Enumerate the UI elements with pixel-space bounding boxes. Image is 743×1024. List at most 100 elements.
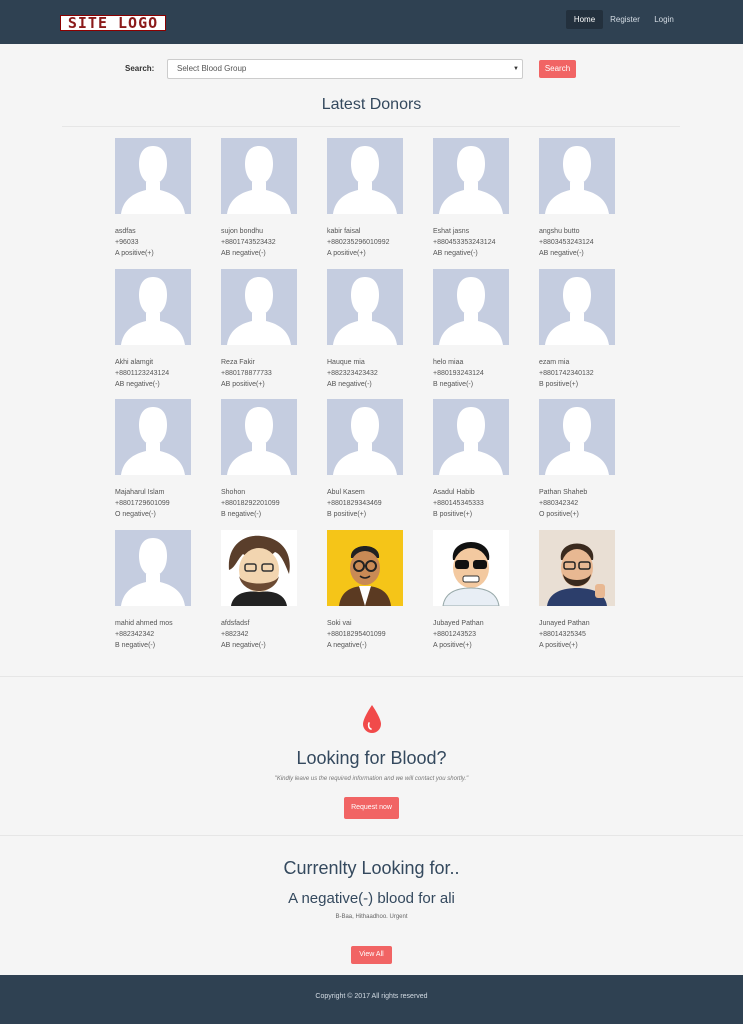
avatar-photo[interactable]: [433, 530, 509, 606]
donor-phone: +880178877733: [221, 370, 272, 377]
donor-info: helo miaa +880193243124 B negative(-): [433, 357, 523, 390]
avatar-placeholder[interactable]: [327, 269, 403, 345]
donor-blood-group: A positive(+): [539, 642, 578, 649]
donor-phone: +880453353243124: [433, 239, 496, 246]
donor-name: afdsfadsf: [221, 620, 250, 627]
avatar-placeholder[interactable]: [115, 530, 191, 606]
looking-quote: "Kindly leave us the required informatio…: [274, 776, 469, 782]
donor-name: Soki vai: [327, 620, 352, 627]
donor-blood-group: AB negative(-): [221, 250, 266, 257]
donor-card[interactable]: Abul Kasem +8801829343469 B positive(+): [327, 399, 417, 520]
donor-blood-group: AB negative(-): [433, 250, 478, 257]
donor-blood-group: O negative(-): [115, 511, 156, 518]
avatar-placeholder[interactable]: [221, 138, 297, 214]
current-request-title: A negative(-) blood for ali: [288, 890, 455, 907]
avatar-placeholder[interactable]: [115, 269, 191, 345]
donor-card[interactable]: Soki vai +88018295401099 A negative(-): [327, 530, 417, 651]
donor-card[interactable]: Hauque mia +882323423432 AB negative(-): [327, 269, 417, 390]
donor-info: Akhi alamgit +8801123243124 AB negative(-): [115, 357, 205, 390]
donor-info: Shohon +88018292201099 B negative(-): [221, 487, 311, 520]
donor-blood-group: AB negative(-): [115, 381, 160, 388]
section-divider: [62, 126, 680, 127]
avatar-placeholder[interactable]: [115, 138, 191, 214]
request-now-button[interactable]: Request now: [344, 797, 399, 819]
avatar-placeholder[interactable]: [539, 138, 615, 214]
donor-info: asdfas +96033 A positive(+): [115, 226, 205, 259]
avatar-placeholder[interactable]: [539, 269, 615, 345]
donor-card[interactable]: afdsfadsf +882342 AB negative(-): [221, 530, 311, 651]
donor-card[interactable]: Shohon +88018292201099 B negative(-): [221, 399, 311, 520]
donor-info: Soki vai +88018295401099 A negative(-): [327, 618, 417, 651]
donor-phone: +8801729601099: [115, 500, 170, 507]
avatar-photo[interactable]: [539, 530, 615, 606]
avatar-placeholder[interactable]: [433, 269, 509, 345]
donor-info: kabir faisal +880235296010992 A positive(+…: [327, 226, 417, 259]
avatar-placeholder[interactable]: [327, 399, 403, 475]
avatar-placeholder[interactable]: [221, 269, 297, 345]
section-divider: [0, 835, 743, 836]
avatar-placeholder[interactable]: [327, 138, 403, 214]
donor-name: Pathan Shaheb: [539, 489, 588, 496]
donor-info: Majaharul Islam +8801729601099 O negative(…: [115, 487, 205, 520]
donor-name: Junayed Pathan: [539, 620, 590, 627]
donor-phone: +880235296010992: [327, 239, 390, 246]
donor-phone: +8801743523432: [221, 239, 276, 246]
blood-group-select[interactable]: Select Blood Group ▼: [167, 59, 523, 79]
donor-card[interactable]: Akhi alamgit +8801123243124 AB negative(-): [115, 269, 205, 390]
donor-card[interactable]: Jubayed Pathan +8801243523 A positive(+): [433, 530, 523, 651]
donor-name: angshu butto: [539, 228, 580, 235]
donor-card[interactable]: sujon bondhu +8801743523432 AB negative(-): [221, 138, 311, 259]
nav-register-link[interactable]: Register: [607, 10, 643, 29]
search-label: Search:: [125, 64, 155, 73]
donor-blood-group: B positive(+): [539, 381, 579, 388]
view-all-button[interactable]: View All: [351, 946, 392, 964]
search-button[interactable]: Search: [539, 60, 576, 78]
blood-drop-icon: [363, 705, 381, 733]
donor-card[interactable]: kabir faisal +880235296010992 A positive(+…: [327, 138, 417, 259]
donor-info: Pathan Shaheb +880342342 O positive(+): [539, 487, 629, 520]
donor-card[interactable]: helo miaa +880193243124 B negative(-): [433, 269, 523, 390]
donor-phone: +96033: [115, 239, 139, 246]
donor-card[interactable]: Majaharul Islam +8801729601099 O negative(…: [115, 399, 205, 520]
donor-blood-group: B negative(-): [221, 511, 262, 518]
donor-card[interactable]: mahid ahmed mos +882342342 B negative(-): [115, 530, 205, 651]
footer: Copyright © 2017 All rights reserved: [0, 975, 743, 1024]
avatar-placeholder[interactable]: [433, 399, 509, 475]
nav-login-link[interactable]: Login: [649, 10, 679, 29]
donor-card[interactable]: Reza Fakir +880178877733 AB positive(+): [221, 269, 311, 390]
avatar-placeholder[interactable]: [539, 399, 615, 475]
donor-card[interactable]: Asadul Habib +880145345333 B positive(+): [433, 399, 523, 520]
nav-home-link[interactable]: Home: [566, 10, 603, 29]
site-logo[interactable]: SITE LOGO: [60, 15, 166, 31]
donor-card[interactable]: asdfas +96033 A positive(+): [115, 138, 205, 259]
donor-name: kabir faisal: [327, 228, 361, 235]
donor-name: mahid ahmed mos: [115, 620, 173, 627]
avatar-placeholder[interactable]: [115, 399, 191, 475]
donor-blood-group: A positive(+): [433, 642, 472, 649]
chevron-down-icon: ▼: [513, 66, 519, 72]
donor-phone: +88018292201099: [221, 500, 280, 507]
donor-info: ezam mia +8801742340132 B positive(+): [539, 357, 629, 390]
donor-phone: +8801243523: [433, 631, 477, 638]
donor-phone: +8801829343469: [327, 500, 382, 507]
donor-info: Hauque mia +882323423432 AB negative(-): [327, 357, 417, 390]
avatar-photo[interactable]: [327, 530, 403, 606]
donor-blood-group: AB positive(+): [221, 381, 265, 388]
avatar-photo[interactable]: [221, 530, 297, 606]
avatar-placeholder[interactable]: [433, 138, 509, 214]
avatar-placeholder[interactable]: [221, 399, 297, 475]
copyright-text: Copyright © 2017 All rights reserved: [315, 993, 428, 1000]
donor-card[interactable]: angshu butto +8803453243124 AB negative(-): [539, 138, 629, 259]
donor-phone: +8801432534​5: [539, 631, 586, 638]
navbar: SITE LOGO Home Register Login: [0, 0, 743, 44]
donor-name: Eshat jasns: [433, 228, 470, 235]
donor-phone: +880193243124: [433, 370, 484, 377]
donor-blood-group: AB negative(-): [327, 381, 372, 388]
donor-card[interactable]: ezam mia +8801742340132 B positive(+): [539, 269, 629, 390]
donor-card[interactable]: Eshat jasns +880453353243124 AB negative(-…: [433, 138, 523, 259]
donor-card[interactable]: Pathan Shaheb +880342342 O positive(+): [539, 399, 629, 520]
donor-name: Majaharul Islam: [115, 489, 165, 496]
donor-card[interactable]: Junayed Pathan +8801432534​5 A positive(+): [539, 530, 629, 651]
current-request-detail: B-Baa, Hithaadhoo. Urgent: [335, 914, 408, 920]
donor-info: Abul Kasem +8801829343469 B positive(+): [327, 487, 417, 520]
